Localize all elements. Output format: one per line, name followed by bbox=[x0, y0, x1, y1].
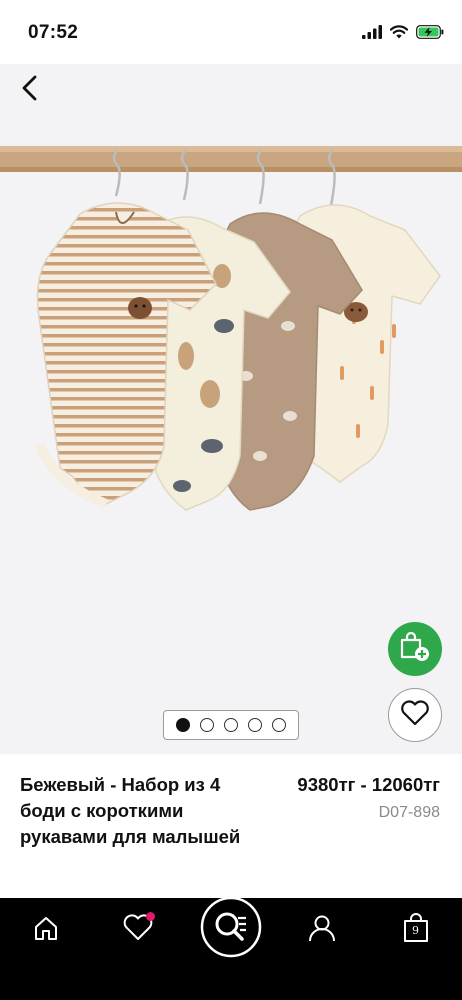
pager-dot-2[interactable] bbox=[200, 718, 214, 732]
account-icon bbox=[307, 913, 337, 948]
bottom-nav: 9 bbox=[0, 896, 462, 1000]
product-code: D07-898 bbox=[378, 804, 440, 821]
status-icons bbox=[362, 24, 444, 44]
product-gallery[interactable] bbox=[0, 64, 462, 754]
status-bar: 07:52 bbox=[0, 0, 462, 64]
search-icon bbox=[200, 896, 262, 963]
product-title: Бежевый - Набор из 4 боди с короткими ру… bbox=[20, 774, 241, 847]
product-info: Бежевый - Набор из 4 боди с короткими ру… bbox=[0, 754, 462, 898]
pager-dot-5[interactable] bbox=[272, 718, 286, 732]
home-icon bbox=[32, 914, 60, 947]
pager-dot-4[interactable] bbox=[248, 718, 262, 732]
nav-wishlist[interactable] bbox=[112, 898, 164, 962]
product-price: 9380тг - 12060тг bbox=[297, 774, 440, 795]
bag-count: 9 bbox=[412, 924, 419, 937]
status-time: 07:52 bbox=[28, 22, 79, 43]
chevron-left-icon bbox=[20, 74, 40, 107]
image-pager bbox=[163, 710, 299, 740]
nav-home[interactable] bbox=[20, 898, 72, 962]
back-button[interactable] bbox=[12, 72, 48, 108]
add-to-bag-button[interactable] bbox=[388, 622, 442, 676]
nav-bag[interactable]: 9 bbox=[390, 898, 442, 962]
battery-charging-icon bbox=[416, 24, 444, 44]
shopping-bag-plus-icon bbox=[399, 631, 431, 667]
wifi-icon bbox=[389, 24, 409, 44]
wishlist-button[interactable] bbox=[388, 688, 442, 742]
heart-icon bbox=[400, 699, 430, 731]
pager-dot-3[interactable] bbox=[224, 718, 238, 732]
nav-search[interactable] bbox=[200, 896, 262, 963]
signal-icon bbox=[362, 24, 382, 44]
nav-account[interactable] bbox=[296, 898, 348, 962]
wishlist-badge bbox=[146, 912, 155, 921]
pager-dot-1[interactable] bbox=[176, 718, 190, 732]
